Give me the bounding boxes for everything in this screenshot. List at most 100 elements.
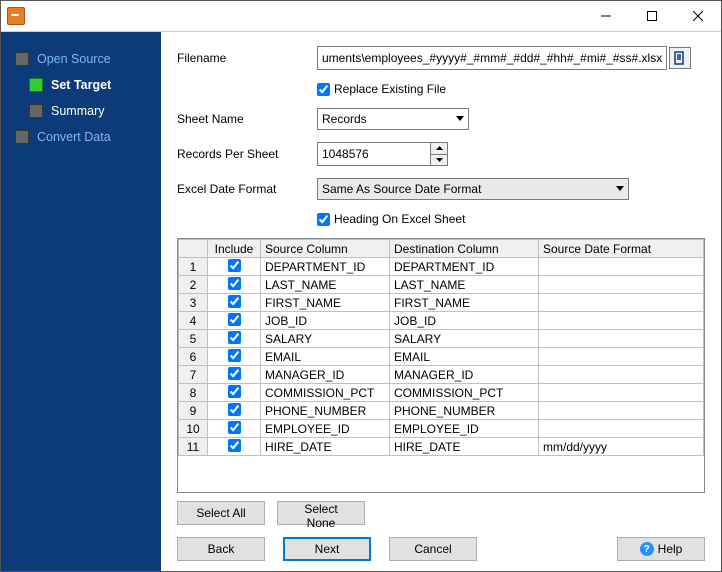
- close-button[interactable]: [675, 1, 721, 31]
- spinner-down-button[interactable]: [431, 155, 447, 166]
- select-all-button[interactable]: Select All: [177, 501, 265, 525]
- source-date-format-cell[interactable]: [539, 312, 704, 330]
- table-row[interactable]: 10EMPLOYEE_IDEMPLOYEE_ID: [179, 420, 704, 438]
- source-column-cell[interactable]: LAST_NAME: [261, 276, 390, 294]
- source-date-format-cell[interactable]: [539, 384, 704, 402]
- include-checkbox[interactable]: [228, 277, 241, 290]
- table-row[interactable]: 4JOB_IDJOB_ID: [179, 312, 704, 330]
- maximize-button[interactable]: [629, 1, 675, 31]
- heading-checkbox[interactable]: [317, 213, 330, 226]
- include-checkbox[interactable]: [228, 367, 241, 380]
- source-date-format-cell[interactable]: [539, 294, 704, 312]
- table-row[interactable]: 8 COMMISSION_PCTCOMMISSION_PCT: [179, 384, 704, 402]
- table-row[interactable]: 3FIRST_NAMEFIRST_NAME: [179, 294, 704, 312]
- destination-column-cell[interactable]: EMAIL: [390, 348, 539, 366]
- row-number: 11: [179, 438, 208, 456]
- step-label: Convert Data: [37, 130, 111, 144]
- source-column-cell[interactable]: MANAGER_ID: [261, 366, 390, 384]
- sheetname-combo[interactable]: Records: [317, 108, 469, 130]
- include-checkbox[interactable]: [228, 349, 241, 362]
- cancel-button[interactable]: Cancel: [389, 537, 477, 561]
- records-input[interactable]: [318, 143, 430, 165]
- spinner-up-button[interactable]: [431, 143, 447, 155]
- destination-column-cell[interactable]: LAST_NAME: [390, 276, 539, 294]
- destination-column-cell[interactable]: FIRST_NAME: [390, 294, 539, 312]
- step-summary[interactable]: Summary: [15, 98, 161, 124]
- destination-column-cell[interactable]: HIRE_DATE: [390, 438, 539, 456]
- header-rownum[interactable]: [179, 240, 208, 258]
- application-window: Open Source Set Target Summary Convert D…: [0, 0, 722, 572]
- header-include[interactable]: Include: [208, 240, 261, 258]
- table-row[interactable]: 6 EMAILEMAIL: [179, 348, 704, 366]
- row-number: 8: [179, 384, 208, 402]
- source-date-format-cell[interactable]: [539, 276, 704, 294]
- source-column-cell[interactable]: JOB_ID: [261, 312, 390, 330]
- help-button[interactable]: ? Help: [617, 537, 705, 561]
- source-column-cell[interactable]: SALARY: [261, 330, 390, 348]
- source-date-format-cell[interactable]: [539, 420, 704, 438]
- wizard-sidebar: Open Source Set Target Summary Convert D…: [1, 32, 161, 571]
- select-none-button[interactable]: Select None: [277, 501, 365, 525]
- source-date-format-cell[interactable]: mm/dd/yyyy: [539, 438, 704, 456]
- table-row[interactable]: 1DEPARTMENT_IDDEPARTMENT_ID: [179, 258, 704, 276]
- source-date-format-cell[interactable]: [539, 402, 704, 420]
- back-button[interactable]: Back: [177, 537, 265, 561]
- filename-input[interactable]: [317, 46, 667, 70]
- minimize-button[interactable]: [583, 1, 629, 31]
- filename-label: Filename: [177, 51, 317, 65]
- destination-column-cell[interactable]: MANAGER_ID: [390, 366, 539, 384]
- include-checkbox[interactable]: [228, 385, 241, 398]
- include-checkbox[interactable]: [228, 331, 241, 344]
- table-row[interactable]: 5SALARYSALARY: [179, 330, 704, 348]
- include-checkbox[interactable]: [228, 295, 241, 308]
- include-checkbox[interactable]: [228, 421, 241, 434]
- row-number: 9: [179, 402, 208, 420]
- header-dest[interactable]: Destination Column: [390, 240, 539, 258]
- step-set-target[interactable]: Set Target: [15, 72, 161, 98]
- destination-column-cell[interactable]: JOB_ID: [390, 312, 539, 330]
- header-source[interactable]: Source Column: [261, 240, 390, 258]
- replace-existing-checkbox[interactable]: [317, 83, 330, 96]
- records-per-sheet-spinner[interactable]: [317, 142, 448, 166]
- next-button[interactable]: Next: [283, 537, 371, 561]
- source-column-cell[interactable]: EMPLOYEE_ID: [261, 420, 390, 438]
- source-column-cell[interactable]: PHONE_NUMBER: [261, 402, 390, 420]
- step-label: Summary: [51, 104, 104, 118]
- source-date-format-cell[interactable]: [539, 366, 704, 384]
- table-row[interactable]: 11HIRE_DATEHIRE_DATEmm/dd/yyyy: [179, 438, 704, 456]
- table-row[interactable]: 7 MANAGER_IDMANAGER_ID: [179, 366, 704, 384]
- include-checkbox[interactable]: [228, 439, 241, 452]
- source-date-format-cell[interactable]: [539, 348, 704, 366]
- row-number: 7: [179, 366, 208, 384]
- destination-column-cell[interactable]: SALARY: [390, 330, 539, 348]
- destination-column-cell[interactable]: COMMISSION_PCT: [390, 384, 539, 402]
- step-open-source[interactable]: Open Source: [1, 46, 161, 72]
- source-column-cell[interactable]: COMMISSION_PCT: [261, 384, 390, 402]
- source-date-format-cell[interactable]: [539, 330, 704, 348]
- include-cell: [208, 276, 261, 294]
- destination-column-cell[interactable]: PHONE_NUMBER: [390, 402, 539, 420]
- include-checkbox[interactable]: [228, 403, 241, 416]
- include-checkbox[interactable]: [228, 313, 241, 326]
- columns-table: Include Source Column Destination Column…: [177, 238, 705, 493]
- help-icon: ?: [640, 542, 654, 556]
- include-checkbox[interactable]: [228, 259, 241, 272]
- header-format[interactable]: Source Date Format: [539, 240, 704, 258]
- include-cell: [208, 330, 261, 348]
- replace-existing-label: Replace Existing File: [334, 82, 446, 96]
- source-column-cell[interactable]: FIRST_NAME: [261, 294, 390, 312]
- step-convert-data[interactable]: Convert Data: [1, 124, 161, 150]
- source-column-cell[interactable]: DEPARTMENT_ID: [261, 258, 390, 276]
- destination-column-cell[interactable]: EMPLOYEE_ID: [390, 420, 539, 438]
- browse-file-button[interactable]: [669, 47, 691, 69]
- source-column-cell[interactable]: EMAIL: [261, 348, 390, 366]
- dateformat-combo[interactable]: Same As Source Date Format: [317, 178, 629, 200]
- destination-column-cell[interactable]: DEPARTMENT_ID: [390, 258, 539, 276]
- include-cell: [208, 438, 261, 456]
- table-row[interactable]: 9 PHONE_NUMBERPHONE_NUMBER: [179, 402, 704, 420]
- source-date-format-cell[interactable]: [539, 258, 704, 276]
- app-icon: [7, 7, 25, 25]
- source-column-cell[interactable]: HIRE_DATE: [261, 438, 390, 456]
- row-number: 6: [179, 348, 208, 366]
- table-row[interactable]: 2LAST_NAMELAST_NAME: [179, 276, 704, 294]
